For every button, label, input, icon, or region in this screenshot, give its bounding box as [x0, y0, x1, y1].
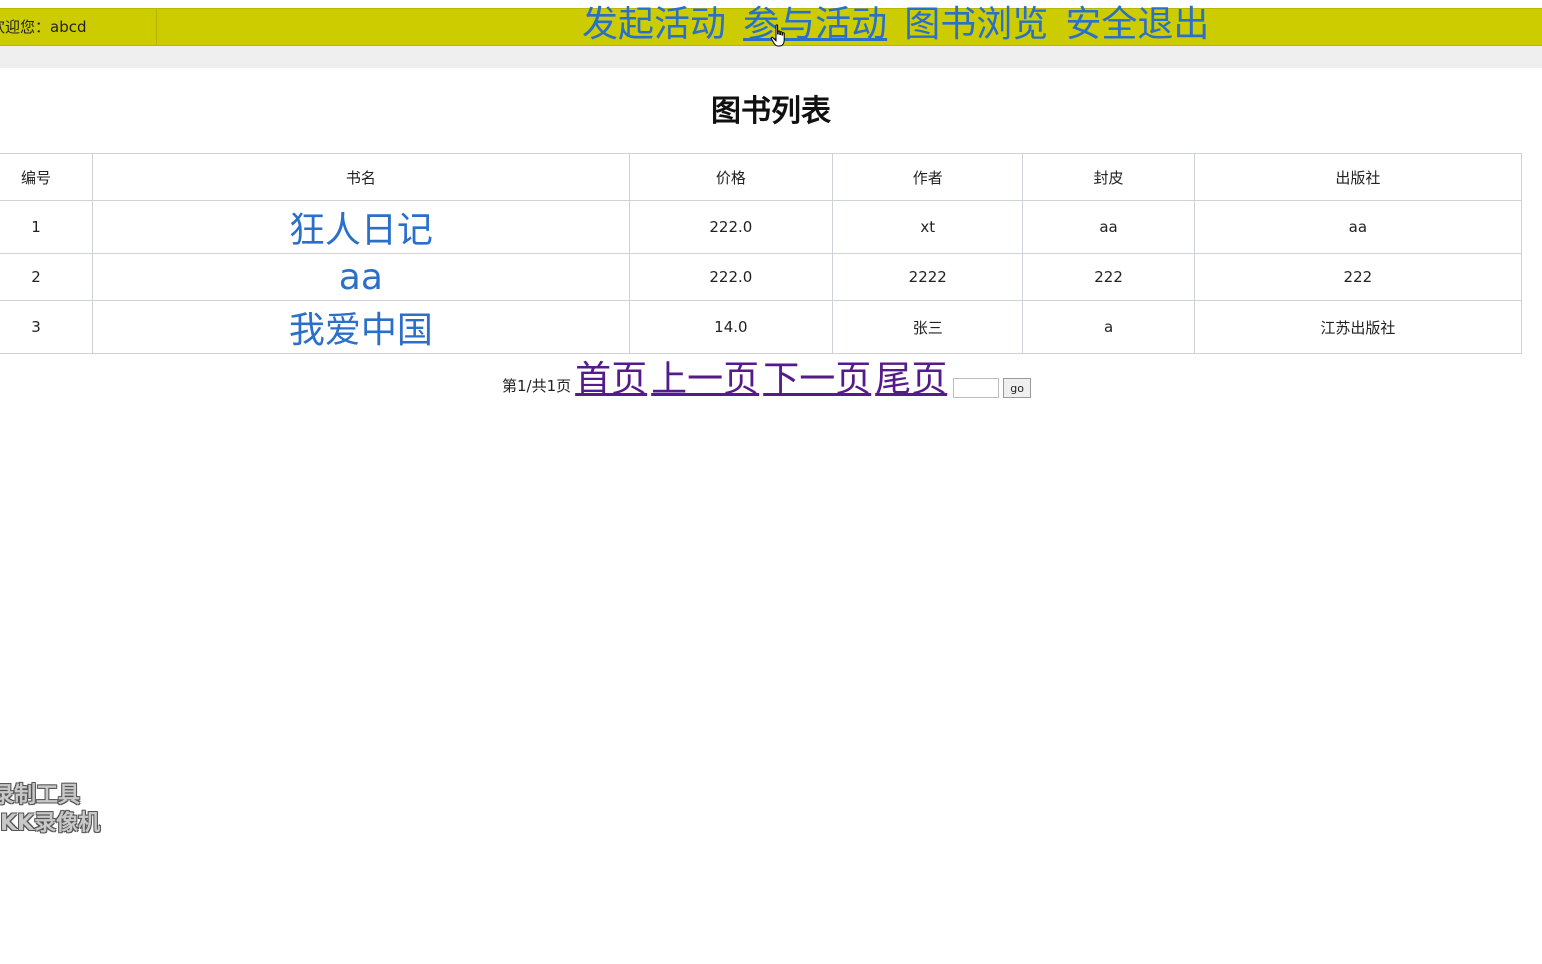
nav-logout-link[interactable]: 安全退出	[1065, 3, 1209, 47]
page-title: 图书列表	[711, 94, 831, 129]
welcome-text: 欢迎您：abcd	[0, 9, 157, 45]
first-page-link[interactable]: 首页	[575, 358, 647, 402]
table-row: 3 我爱中国 14.0 张三 a 江苏出版社	[0, 300, 1523, 354]
cell-id: 2	[0, 253, 94, 301]
cell-publisher: 222	[1193, 253, 1523, 301]
header-divider	[0, 46, 1542, 68]
cell-publisher: aa	[1193, 200, 1523, 254]
cell-price: 222.0	[628, 253, 834, 301]
table-row: 2 aa 222.0 2222 222 222	[0, 253, 1523, 301]
cell-author: xt	[832, 200, 1024, 254]
cell-price: 14.0	[628, 300, 834, 354]
cell-publisher: 江苏出版社	[1193, 300, 1523, 354]
book-title-link[interactable]: 狂人日记	[289, 210, 433, 251]
column-header-author: 作者	[832, 153, 1024, 201]
go-button[interactable]: go	[1003, 378, 1031, 398]
column-header-name: 书名	[92, 153, 630, 201]
column-header-publisher: 出版社	[1193, 153, 1523, 201]
cell-cover: a	[1022, 300, 1195, 354]
table-header-row: 编号 书名 价格 作者 封皮 出版社	[0, 153, 1523, 201]
recorder-watermark: 录制工具 KK录像机	[0, 782, 122, 838]
page-info: 第1/共1页	[502, 377, 572, 395]
book-title-link[interactable]: aa	[339, 257, 383, 298]
nav-join-activity-link[interactable]: 参与活动	[743, 3, 887, 47]
next-page-link[interactable]: 下一页	[763, 358, 871, 402]
table-row: 1 狂人日记 222.0 xt aa aa	[0, 200, 1523, 254]
cell-author: 2222	[832, 253, 1024, 301]
page: 欢迎您：abcd 发起活动 参与活动 图书浏览 安全退出 图书列表 编号 书名 …	[0, 0, 1542, 964]
cell-id: 1	[0, 200, 94, 254]
page-number-input[interactable]	[953, 378, 1000, 398]
cell-author: 张三	[832, 300, 1024, 354]
watermark-line-2: KK录像机	[0, 811, 101, 836]
nav-start-activity-link[interactable]: 发起活动	[582, 3, 726, 47]
last-page-link[interactable]: 尾页	[875, 358, 947, 402]
hand-cursor-icon	[770, 24, 785, 47]
cell-id: 3	[0, 300, 94, 354]
book-table: 编号 书名 价格 作者 封皮 出版社 1 狂人日记 222.0 xt aa aa…	[0, 153, 1523, 354]
cell-price: 222.0	[628, 200, 834, 254]
cell-name: 狂人日记	[92, 200, 630, 254]
column-header-price: 价格	[628, 153, 834, 201]
cell-name: aa	[92, 253, 630, 301]
book-title-link[interactable]: 我爱中国	[289, 310, 433, 351]
column-header-id: 编号	[0, 153, 94, 201]
top-nav: 发起活动 参与活动 图书浏览 安全退出	[582, 3, 1221, 47]
cell-cover: aa	[1022, 200, 1195, 254]
cell-name: 我爱中国	[92, 300, 630, 354]
column-header-cover: 封皮	[1022, 153, 1195, 201]
prev-page-link[interactable]: 上一页	[651, 358, 759, 402]
nav-browse-books-link[interactable]: 图书浏览	[904, 3, 1048, 47]
cell-cover: 222	[1022, 253, 1195, 301]
pagination: 第1/共1页 首页 上一页 下一页 尾页 go	[502, 356, 1031, 402]
watermark-line-1: 录制工具	[0, 783, 81, 808]
